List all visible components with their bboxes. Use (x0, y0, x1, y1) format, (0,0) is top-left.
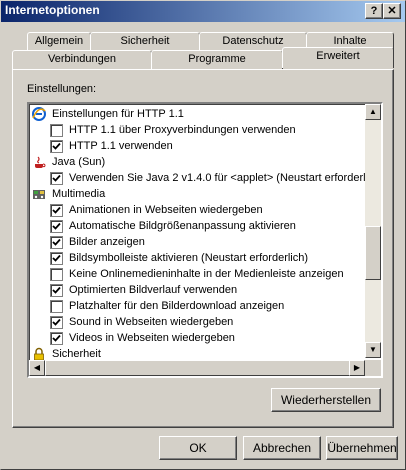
cancel-label: Abbrechen (252, 441, 312, 455)
window-title: Internetoptionen (5, 3, 100, 17)
checkmark-icon (52, 238, 61, 246)
group-label: Java (Sun) (52, 156, 106, 168)
checkbox[interactable] (50, 140, 63, 153)
checkbox[interactable] (50, 204, 63, 217)
scroll-corner (365, 360, 381, 376)
multimedia-icon (33, 190, 45, 199)
item-label: Videos in Webseiten wiedergeben (69, 332, 235, 344)
group-label: Einstellungen für HTTP 1.1 (52, 108, 184, 120)
checkmark-icon (52, 254, 61, 262)
java-icon (35, 156, 46, 168)
item-label: Platzhalter für den Bilderdownload anzei… (69, 300, 285, 312)
title-bar: Internetoptionen ? ✕ (0, 0, 406, 22)
ok-button[interactable]: OK (159, 436, 237, 460)
checkbox[interactable] (50, 172, 63, 185)
apply-label: Übernehmen (327, 441, 397, 455)
tab-sicherheit[interactable]: Sicherheit (90, 32, 200, 51)
scroll-thumb-horizontal[interactable] (45, 360, 355, 376)
apply-button[interactable]: Übernehmen (326, 436, 398, 460)
horizontal-scrollbar[interactable]: ◀ ▶ (29, 360, 365, 376)
tab-allgemein[interactable]: Allgemein (27, 32, 91, 51)
tab-verbindungen[interactable]: Verbindungen (12, 50, 152, 69)
item-label: HTTP 1.1 über Proxyverbindungen verwende… (69, 124, 296, 136)
cancel-button[interactable]: Abbrechen (243, 436, 321, 460)
checkbox[interactable] (50, 332, 63, 345)
close-button[interactable]: ✕ (383, 3, 401, 19)
item-label: Optimierten Bildverlauf verwenden (69, 284, 238, 296)
restore-button[interactable]: Wiederherstellen (271, 388, 381, 412)
checkbox[interactable] (50, 236, 63, 249)
lock-icon (34, 347, 44, 361)
item-label: Automatische Bildgrößenanpassung aktivie… (69, 220, 296, 232)
item-label: Bildsymbolleiste aktivieren (Neustart er… (69, 252, 309, 264)
scroll-thumb[interactable] (365, 226, 381, 280)
checkbox[interactable] (50, 316, 63, 329)
item-label: Animationen in Webseiten wiedergeben (69, 204, 263, 216)
checkmark-icon (52, 286, 61, 294)
checkbox[interactable] (50, 124, 63, 137)
checkmark-icon (52, 318, 61, 326)
item-label: Sound in Webseiten wiedergeben (69, 316, 234, 328)
checkmark-icon (52, 142, 61, 150)
tab-erweitert[interactable]: Erweitert (282, 47, 394, 68)
help-button[interactable]: ? (365, 3, 383, 19)
ie-icon (32, 107, 46, 121)
item-label: Verwenden Sie Java 2 v1.4.0 für <applet>… (69, 172, 383, 184)
item-label: Bilder anzeigen (69, 236, 145, 248)
checkbox[interactable] (50, 220, 63, 233)
restore-label: Wiederherstellen (280, 393, 372, 407)
checkbox[interactable] (50, 300, 63, 313)
checkmark-icon (52, 334, 61, 342)
scroll-right-button[interactable]: ▶ (349, 360, 365, 376)
scroll-down-button[interactable]: ▼ (365, 342, 381, 358)
ok-label: OK (189, 441, 207, 455)
settings-label: Einstellungen: (27, 83, 97, 95)
checkbox[interactable] (50, 284, 63, 297)
vertical-scrollbar[interactable]: ▲ ▼ (365, 104, 381, 358)
checkmark-icon (52, 206, 61, 214)
checkbox[interactable] (50, 268, 63, 281)
scroll-up-button[interactable]: ▲ (365, 104, 381, 120)
checkmark-icon (52, 222, 61, 230)
group-label: Multimedia (52, 188, 106, 200)
scroll-left-button[interactable]: ◀ (29, 360, 45, 376)
checkmark-icon (52, 174, 61, 182)
item-label: HTTP 1.1 verwenden (69, 140, 173, 152)
tab-programme[interactable]: Programme (151, 50, 283, 69)
checkbox[interactable] (50, 252, 63, 265)
item-label: Keine Onlinemedieninhalte in der Medienl… (69, 268, 344, 280)
settings-list[interactable]: Einstellungen für HTTP 1.1 HTTP 1.1 über… (27, 102, 383, 378)
